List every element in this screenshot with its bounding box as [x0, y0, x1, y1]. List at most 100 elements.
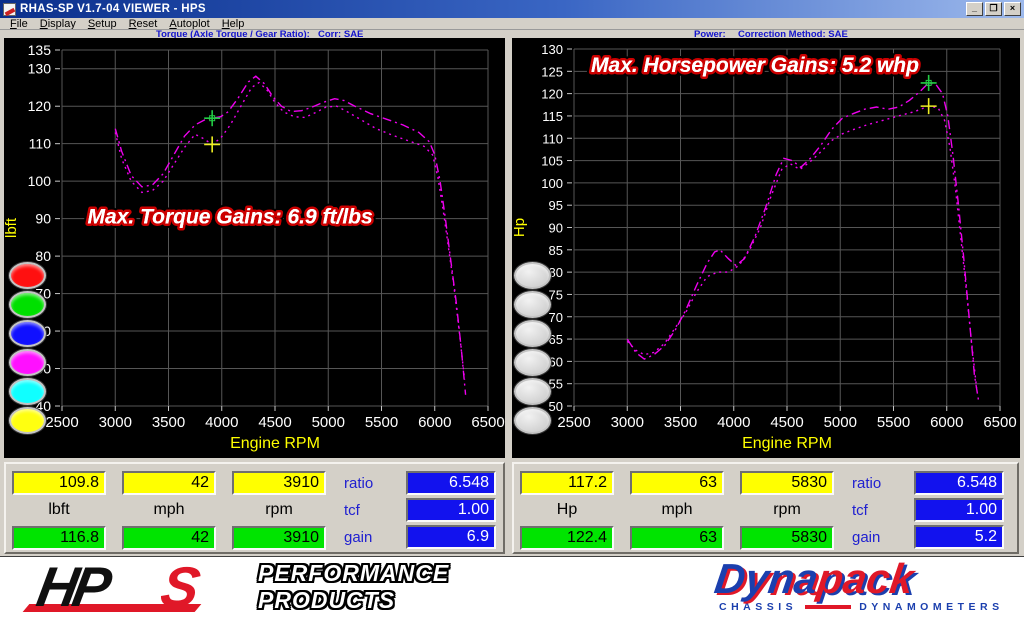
- app-icon: [3, 3, 16, 16]
- hps-logo-hp-text: HP: [32, 554, 111, 619]
- y-tick-label: 75: [549, 287, 563, 302]
- y-axis-label: Hp: [511, 218, 528, 237]
- restore-button[interactable]: ❐: [985, 2, 1002, 16]
- gain-field: 5.2: [914, 525, 1004, 549]
- x-tick-label: 3000: [99, 414, 132, 431]
- speed-baseline-value-field: 63: [630, 471, 724, 495]
- y-tick-label: 120: [28, 98, 52, 114]
- tcf-field[interactable]: 1.00: [406, 498, 496, 522]
- y-tick-label: 50: [549, 399, 563, 414]
- y-tick-label: 100: [28, 173, 52, 189]
- x-axis-label: Engine RPM: [230, 435, 320, 452]
- x-tick-label: 5500: [365, 414, 398, 431]
- channel-button-right-6[interactable]: [514, 407, 551, 434]
- x-tick-label: 6500: [983, 414, 1016, 431]
- y-tick-label: 115: [542, 109, 563, 124]
- channel-button-left-4[interactable]: [9, 349, 46, 376]
- dynapack-logo: Dynapack CHASSIS DYNAMOMETERS: [715, 560, 1004, 613]
- speed-modified-value-field: 63: [630, 526, 724, 550]
- rpm-unit-label: rpm: [232, 501, 326, 519]
- dynapack-dynamometers-text: DYNAMOMETERS: [859, 601, 1003, 613]
- dynapack-red-bar: [805, 605, 851, 609]
- channel-button-left-1[interactable]: [9, 262, 46, 289]
- rpm-modified-value-field: 3910: [232, 526, 326, 550]
- x-axis-label: Engine RPM: [742, 435, 832, 452]
- speed-baseline-value-field: 42: [122, 471, 216, 495]
- channel-button-left-6[interactable]: [9, 407, 46, 434]
- gain-label: gain: [344, 529, 372, 546]
- ratio-field[interactable]: 6.548: [406, 471, 496, 495]
- x-tick-label: 5500: [877, 414, 910, 431]
- y-tick-label: 135: [28, 42, 52, 58]
- y-tick-label: 130: [28, 61, 52, 77]
- x-tick-label: 6000: [930, 414, 963, 431]
- torque-unit-label: lbft: [12, 501, 106, 519]
- app-window: RHAS-SP V1.7-04 VIEWER - HPS _ ❐ × File …: [0, 0, 1024, 557]
- y-tick-label: 80: [35, 248, 51, 264]
- y-tick-label: 90: [549, 221, 563, 236]
- torque-chart: 4050607080901001101201301352500300035004…: [4, 38, 505, 458]
- torque-baseline-value-field: 109.8: [12, 471, 106, 495]
- x-tick-label: 3000: [611, 414, 644, 431]
- menu-autoplot[interactable]: Autoplot: [163, 18, 215, 30]
- gain-field: 6.9: [406, 525, 496, 549]
- menu-reset[interactable]: Reset: [123, 18, 164, 30]
- speed-modified-value-field: 42: [122, 526, 216, 550]
- minimize-button[interactable]: _: [966, 2, 983, 16]
- dyno-curve-baseline: [115, 83, 464, 380]
- menu-bar: File Display Setup Reset Autoplot Help: [0, 18, 1024, 29]
- hps-performance-text: PERFORMANCE: [258, 560, 449, 587]
- y-tick-label: 85: [549, 243, 563, 258]
- y-tick-label: 120: [541, 87, 563, 102]
- hp-modified-value-field: 122.4: [520, 526, 614, 550]
- dyno-curve-baseline: [627, 106, 976, 388]
- y-tick-label: 130: [541, 42, 563, 57]
- torque-chart-panel: 4050607080901001101201301352500300035004…: [4, 38, 505, 458]
- close-button[interactable]: ×: [1004, 2, 1021, 16]
- channel-button-right-1[interactable]: [514, 262, 551, 289]
- x-tick-label: 4000: [717, 414, 750, 431]
- x-tick-label: 4500: [770, 414, 803, 431]
- menu-file[interactable]: File: [4, 18, 34, 30]
- y-axis-label: lbft: [3, 217, 20, 238]
- speed-unit-label: mph: [122, 501, 216, 519]
- y-tick-label: 95: [549, 198, 563, 213]
- power-chart-panel: 5055606570758085909510010511011512012513…: [512, 38, 1020, 458]
- hps-logo: HP S PERFORMANCE PRODUCTS: [20, 558, 450, 618]
- channel-button-right-3[interactable]: [514, 320, 551, 347]
- hps-products-text: PRODUCTS: [258, 587, 449, 614]
- channel-button-left-2[interactable]: [9, 291, 46, 318]
- menu-display[interactable]: Display: [34, 18, 82, 30]
- gain-label: gain: [852, 529, 880, 546]
- y-tick-label: 105: [541, 154, 563, 169]
- hps-logo-s-text: S: [156, 554, 205, 619]
- dyno-curve-modified: [115, 76, 465, 395]
- channel-button-right-2[interactable]: [514, 291, 551, 318]
- menu-setup[interactable]: Setup: [82, 18, 123, 30]
- torque-readout-panel: 109.8 42 3910 lbft mph rpm 116.8 42 3910…: [4, 462, 505, 554]
- hp-unit-label: Hp: [520, 501, 614, 519]
- y-tick-label: 110: [542, 131, 563, 146]
- tcf-field[interactable]: 1.00: [914, 498, 1004, 522]
- chart-header-strip: Torque (Axle Torque / Gear Ratio): Corr:…: [0, 29, 1024, 38]
- ratio-field[interactable]: 6.548: [914, 471, 1004, 495]
- window-title: RHAS-SP V1.7-04 VIEWER - HPS: [20, 3, 206, 15]
- rpm-modified-value-field: 5830: [740, 526, 834, 550]
- annotation-text: Max. Horsepower Gains: 5.2 whp: [591, 54, 919, 77]
- dynapack-dyna-text: Dyna: [712, 555, 821, 602]
- y-tick-label: 110: [29, 136, 52, 152]
- dynapack-chassis-text: CHASSIS: [719, 601, 797, 613]
- x-tick-label: 5000: [312, 414, 345, 431]
- ratio-label: ratio: [344, 475, 373, 492]
- power-readout-panel: 117.2 63 5830 Hp mph rpm 122.4 63 5830 r…: [512, 462, 1019, 554]
- channel-button-right-4[interactable]: [514, 349, 551, 376]
- channel-button-left-5[interactable]: [9, 378, 46, 405]
- channel-button-left-3[interactable]: [9, 320, 46, 347]
- y-tick-label: 70: [549, 310, 563, 325]
- channel-button-right-5[interactable]: [514, 378, 551, 405]
- x-tick-label: 2500: [557, 414, 590, 431]
- x-tick-label: 4000: [205, 414, 238, 431]
- menu-help[interactable]: Help: [216, 18, 251, 30]
- x-tick-label: 6000: [418, 414, 451, 431]
- tcf-label: tcf: [344, 502, 360, 519]
